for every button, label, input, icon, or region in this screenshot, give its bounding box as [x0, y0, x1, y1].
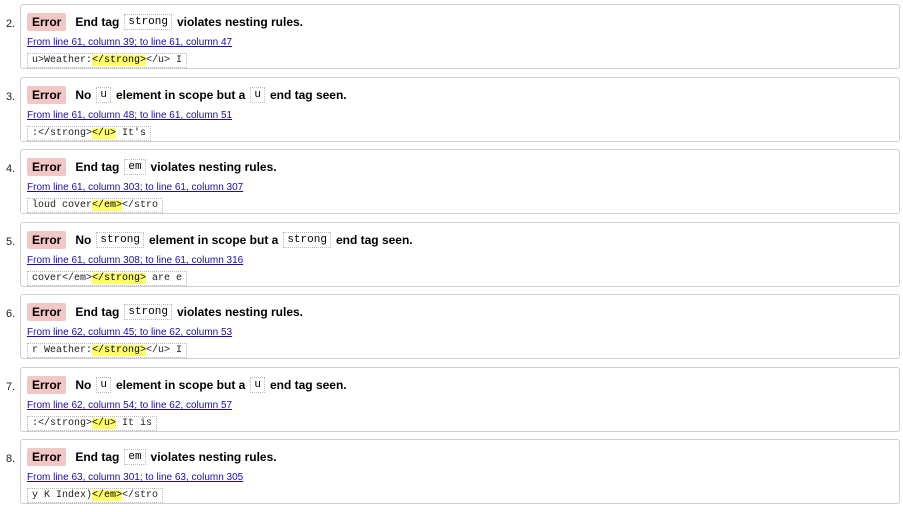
source-extract: y K Index)</em></stro [27, 488, 164, 503]
message-text: violates nesting rules. [150, 160, 277, 174]
error-location-link[interactable]: From line 61, column 39; to line 61, col… [27, 37, 232, 48]
message-text: violates nesting rules. [176, 15, 303, 29]
error-message: Error No u element in scope but a u end tag s… [27, 86, 348, 104]
error-severity-badge: Error [27, 158, 67, 176]
message-code-token: strong [283, 232, 331, 248]
error-number: 2. [6, 18, 16, 30]
error-number: 3. [6, 91, 16, 103]
message-code-token: u [250, 377, 265, 393]
error-location-link[interactable]: From line 62, column 54; to line 62, col… [27, 400, 232, 411]
extract-highlight: </u> [92, 418, 117, 429]
extract-highlight: </em> [92, 200, 123, 211]
error-message: Error No strong element in scope but a stron… [27, 231, 414, 249]
extract-highlight: </em> [92, 490, 123, 501]
extract-context: It is [116, 418, 153, 429]
error-severity-badge: Error [27, 448, 67, 466]
extract-highlight: </strong> [92, 345, 147, 356]
error-location-link[interactable]: From line 62, column 45; to line 62, col… [27, 327, 232, 338]
extract-context: u>Weather: [32, 55, 93, 66]
error-card: Error No u element in scope but a u end tag s… [20, 367, 900, 432]
source-extract: cover</em></strong> are e [27, 271, 188, 286]
error-card: Error End tag em violates nesting rules. Fro… [20, 149, 900, 214]
message-text: End tag [75, 305, 120, 319]
extract-context: :</strong> [32, 128, 93, 139]
error-list-item: 2. Error End tag strong violates nesting rul… [0, 4, 903, 77]
error-list-item: 7. Error No u element in scope but a u end tag… [0, 367, 903, 440]
source-extract: :</strong></u> It's [27, 126, 152, 141]
message-text: element in scope but a [148, 233, 279, 247]
message-code-token: u [250, 87, 265, 103]
message-code-token: u [96, 377, 111, 393]
extract-context: loud cover [32, 200, 93, 211]
error-location-link[interactable]: From line 61, column 308; to line 61, co… [27, 255, 243, 266]
message-text: element in scope but a [115, 378, 246, 392]
extract-context: :</strong> [32, 418, 93, 429]
message-code-token: strong [124, 304, 172, 320]
extract-highlight: </strong> [92, 273, 147, 284]
error-message: Error No u element in scope but a u end tag s… [27, 376, 348, 394]
error-severity-badge: Error [27, 303, 67, 321]
extract-context: </stro [122, 200, 159, 211]
message-code-token: em [124, 159, 146, 175]
source-extract: r Weather:</strong></u> I [27, 343, 188, 358]
message-text: End tag [75, 160, 120, 174]
error-number: 8. [6, 453, 16, 465]
message-code-token: em [124, 449, 146, 465]
validation-error-list: 2. Error End tag strong violates nesting rul… [0, 0, 903, 507]
error-location-link[interactable]: From line 61, column 48; to line 61, col… [27, 110, 232, 121]
error-number: 5. [6, 236, 16, 248]
extract-context: cover</em> [32, 273, 93, 284]
extract-context: are e [146, 273, 183, 284]
message-code-token: strong [96, 232, 144, 248]
error-severity-badge: Error [27, 86, 67, 104]
message-text: end tag seen. [269, 378, 347, 392]
error-list-item: 5. Error No strong element in scope but a str… [0, 222, 903, 295]
error-card: Error No u element in scope but a u end tag s… [20, 77, 900, 142]
error-card: Error End tag strong violates nesting rules… [20, 294, 900, 359]
message-text: End tag [75, 450, 120, 464]
error-card: Error End tag em violates nesting rules. Fro… [20, 439, 900, 504]
source-extract: :</strong></u> It is [27, 416, 158, 431]
error-message: Error End tag strong violates nesting rules… [27, 13, 304, 31]
extract-highlight: </u> [92, 128, 117, 139]
message-text: No [75, 378, 92, 392]
error-location-link[interactable]: From line 63, column 301; to line 63, co… [27, 472, 243, 483]
message-text: No [75, 233, 92, 247]
error-location-link[interactable]: From line 61, column 303; to line 61, co… [27, 182, 243, 193]
error-severity-badge: Error [27, 231, 67, 249]
extract-context: It's [116, 128, 147, 139]
error-message: Error End tag strong violates nesting rules… [27, 303, 304, 321]
source-extract: loud cover</em></stro [27, 198, 164, 213]
error-card: Error No strong element in scope but a stron… [20, 222, 900, 287]
extract-context: </u> I [146, 55, 183, 66]
message-text: violates nesting rules. [150, 450, 277, 464]
error-message: Error End tag em violates nesting rules. [27, 448, 278, 466]
message-text: No [75, 88, 92, 102]
error-list-item: 8. Error End tag em violates nesting rules. F… [0, 439, 903, 512]
error-severity-badge: Error [27, 376, 67, 394]
message-text: end tag seen. [335, 233, 413, 247]
error-number: 7. [6, 381, 16, 393]
extract-context: </u> I [146, 345, 183, 356]
extract-highlight: </strong> [92, 55, 147, 66]
source-extract: u>Weather:</strong></u> I [27, 53, 188, 68]
error-card: Error End tag strong violates nesting rules… [20, 4, 900, 69]
extract-context: y K Index) [32, 490, 93, 501]
error-severity-badge: Error [27, 13, 67, 31]
message-code-token: u [96, 87, 111, 103]
error-number: 6. [6, 308, 16, 320]
message-text: violates nesting rules. [176, 305, 303, 319]
error-list-item: 6. Error End tag strong violates nesting rul… [0, 294, 903, 367]
error-list-item: 4. Error End tag em violates nesting rules. F… [0, 149, 903, 222]
extract-context: </stro [122, 490, 159, 501]
error-list-item: 3. Error No u element in scope but a u end tag… [0, 77, 903, 150]
error-message: Error End tag em violates nesting rules. [27, 158, 278, 176]
message-text: end tag seen. [269, 88, 347, 102]
message-text: End tag [75, 15, 120, 29]
extract-context: r Weather: [32, 345, 93, 356]
message-code-token: strong [124, 14, 172, 30]
message-text: element in scope but a [115, 88, 246, 102]
error-number: 4. [6, 163, 16, 175]
